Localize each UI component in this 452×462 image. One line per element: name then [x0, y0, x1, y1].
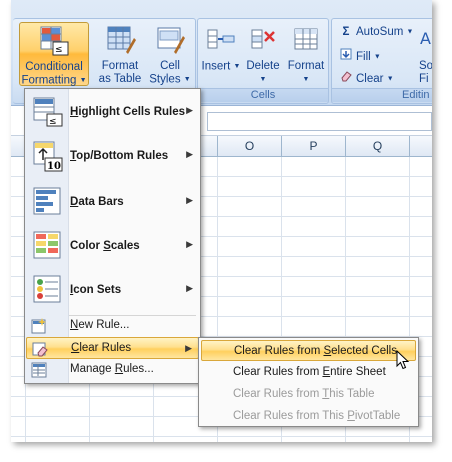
menu-item-data-bars[interactable]: Data Bars ▶ [26, 181, 199, 225]
submenu-arrow-icon: ▶ [186, 239, 193, 249]
manage-rules-icon [30, 361, 48, 379]
format-as-table-button[interactable]: Format as Table ▼ [95, 24, 145, 96]
submenu-arrow-icon: ▶ [186, 195, 193, 205]
chevron-down-icon: ▼ [79, 77, 87, 84]
menu-item-label: Data Bars [70, 196, 124, 208]
cell-styles-label-line2: Styles [149, 73, 181, 86]
insert-cells-icon [205, 24, 237, 56]
insert-button[interactable]: Insert ▼ [201, 24, 241, 80]
submenu-item-clear-this-table: Clear Rules from This Table [233, 388, 375, 400]
clear-rules-icon [31, 340, 49, 358]
mouse-pointer-icon [396, 349, 410, 370]
menu-item-label: Top/Bottom Rules [70, 150, 169, 162]
column-header-o[interactable]: O [218, 136, 282, 157]
format-as-table-label-line1: Format [101, 60, 139, 72]
svg-text:A: A [420, 29, 431, 48]
sort-filter-button[interactable]: A So Fi [419, 24, 432, 85]
color-scales-icon [32, 230, 64, 262]
menu-item-label: Highlight Cells Rules [70, 106, 186, 118]
new-rule-icon [30, 317, 48, 335]
delete-button[interactable]: Delete ▼ [243, 24, 283, 83]
conditional-formatting-menu: ≤ Highlight Cells Rules ▶ 10 Top/Bottom … [24, 88, 201, 384]
chevron-down-icon: ▼ [302, 76, 310, 83]
sigma-icon: Σ [342, 26, 350, 38]
menu-item-label: New Rule... [70, 319, 130, 331]
menu-item-clear-rules[interactable]: Clear Rules ▶ [26, 337, 199, 359]
svg-text:10: 10 [47, 161, 61, 172]
chevron-down-icon: ▼ [183, 76, 191, 83]
autosum-button[interactable]: Σ AutoSum ▼ [339, 26, 414, 38]
fill-button[interactable]: Fill ▼ [339, 48, 381, 63]
menu-item-label: Manage Rules... [70, 363, 154, 375]
formula-input[interactable] [207, 112, 432, 131]
clear-button[interactable]: Clear ▼ [339, 70, 394, 85]
conditional-formatting-label-line1: Conditional [25, 61, 83, 73]
format-as-table-label-line2: as Table [98, 73, 142, 85]
submenu-arrow-icon: ▶ [186, 105, 193, 115]
fill-label: Fill [356, 51, 371, 63]
excel-window: ≤ Conditional Formatting ▼ Format as Tab… [11, 0, 432, 442]
delete-cells-icon [247, 24, 279, 56]
menu-item-top-bottom-rules[interactable]: 10 Top/Bottom Rules ▶ [26, 135, 199, 179]
submenu-arrow-icon: ▶ [186, 283, 193, 293]
menu-item-new-rule[interactable]: New Rule... [26, 315, 199, 337]
delete-label: Delete [246, 60, 280, 72]
conditional-formatting-button[interactable]: ≤ Conditional Formatting ▼ [19, 22, 89, 87]
editing-group-label: Editin [332, 88, 432, 102]
chevron-down-icon: ▼ [259, 76, 267, 83]
sort-label-line2: Fi [419, 73, 429, 85]
menu-item-icon-sets[interactable]: Icon Sets ▶ [26, 269, 199, 313]
sort-icon: A [419, 24, 432, 56]
cells-group-label: Cells [198, 88, 328, 102]
svg-text:≤: ≤ [49, 117, 57, 127]
format-label: Format [287, 60, 325, 72]
column-header-q[interactable]: Q [346, 136, 410, 157]
fill-down-icon [339, 48, 353, 63]
top-bottom-rules-icon: 10 [32, 140, 64, 172]
menu-item-highlight-cells-rules[interactable]: ≤ Highlight Cells Rules ▶ [26, 91, 199, 135]
chevron-down-icon: ▼ [373, 53, 381, 61]
menu-item-manage-rules[interactable]: Manage Rules... [26, 359, 199, 381]
eraser-icon [339, 70, 353, 85]
cell-styles-icon [154, 24, 186, 56]
submenu-arrow-icon: ▶ [186, 149, 193, 159]
icon-sets-icon [32, 274, 64, 306]
submenu-arrow-icon: ▶ [185, 343, 192, 353]
sort-label-line1: So [419, 60, 432, 72]
format-cells-icon [290, 24, 322, 56]
format-button[interactable]: Format ▼ [285, 24, 327, 83]
submenu-item-clear-entire-sheet[interactable]: Clear Rules from Entire Sheet [201, 362, 416, 383]
menu-item-label: Color Scales [70, 240, 140, 252]
chevron-down-icon: ▼ [406, 28, 414, 36]
insert-label: Insert [201, 60, 231, 73]
conditional-formatting-label-line2: Formatting [21, 74, 77, 87]
svg-text:≤: ≤ [55, 45, 63, 55]
menu-item-label: Icon Sets [70, 284, 122, 296]
clear-label: Clear [356, 73, 384, 85]
menu-item-color-scales[interactable]: Color Scales ▶ [26, 225, 199, 269]
cell-styles-label-line1: Cell [160, 60, 180, 72]
chevron-down-icon: ▼ [386, 75, 394, 83]
clear-rules-submenu: Clear Rules from Selected Cells Clear Ru… [198, 337, 419, 427]
cell-styles-button[interactable]: Cell Styles ▼ [147, 24, 193, 86]
format-as-table-icon [104, 24, 136, 56]
submenu-item-clear-selected-cells[interactable]: Clear Rules from Selected Cells [201, 340, 416, 361]
highlight-cells-rules-icon: ≤ [32, 96, 64, 128]
autosum-label: AutoSum [356, 26, 404, 38]
submenu-item-clear-this-pivottable: Clear Rules from This PivotTable [233, 410, 401, 422]
menu-item-label: Clear Rules [71, 342, 132, 354]
data-bars-icon [32, 186, 64, 218]
conditional-formatting-icon: ≤ [38, 25, 70, 57]
column-header-p[interactable]: P [282, 136, 346, 157]
chevron-down-icon: ▼ [233, 63, 241, 70]
